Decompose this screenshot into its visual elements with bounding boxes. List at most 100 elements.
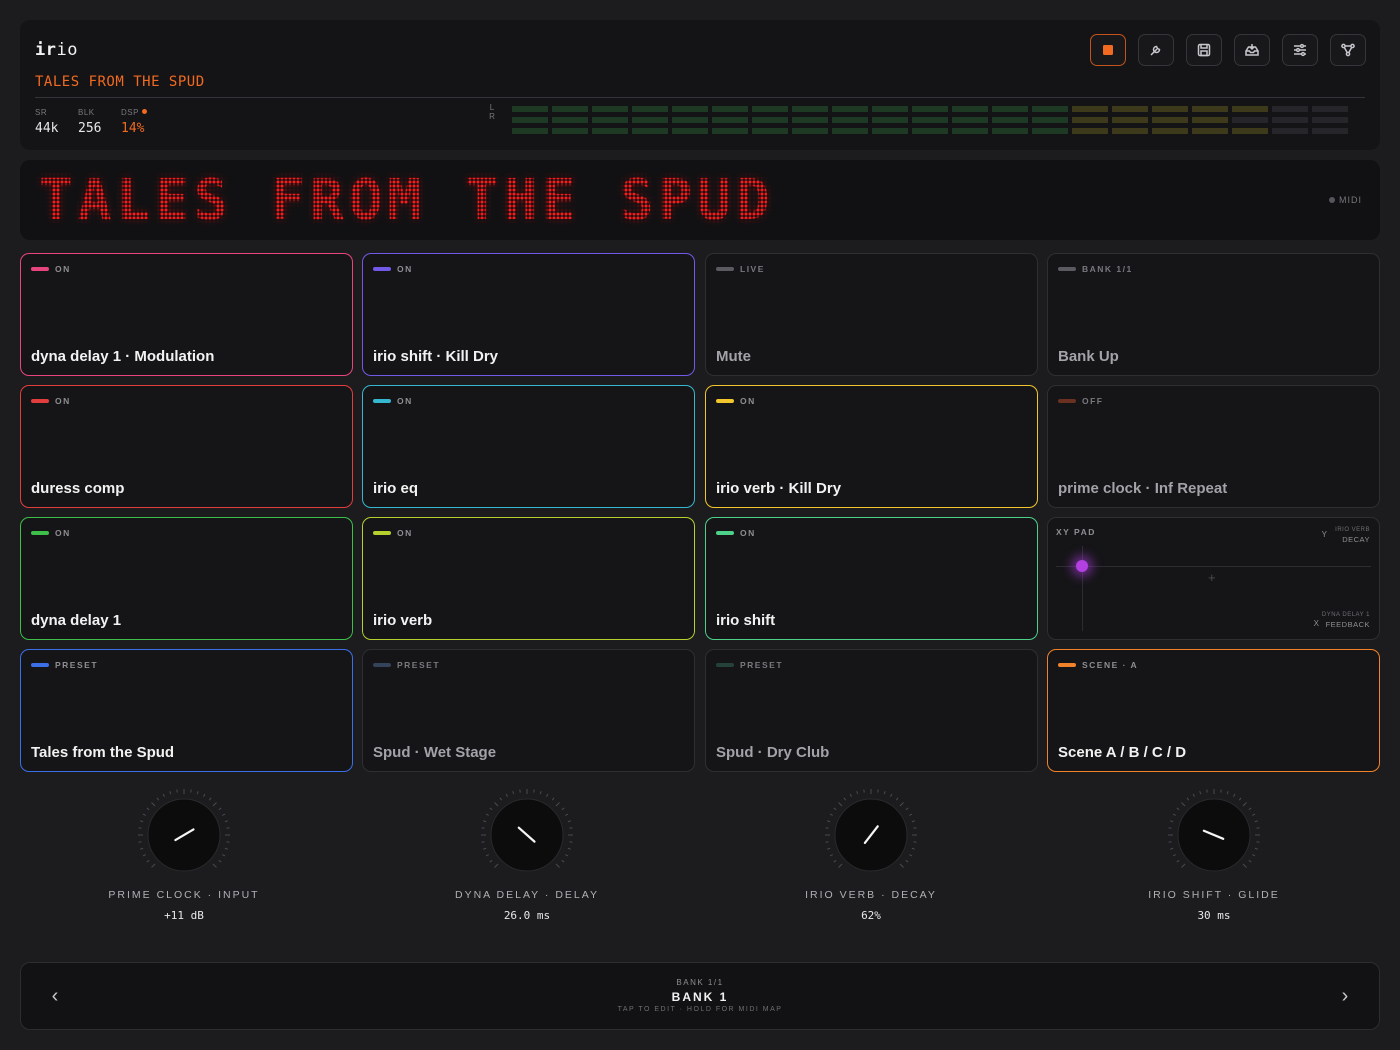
xy-pad[interactable]: XY PAD Y IRIO VERB DECAY + X DYNA DELAY … (1047, 517, 1380, 640)
pad-name: Tales from the Spud (31, 744, 175, 761)
xy-puck[interactable] (1076, 560, 1088, 572)
knob-tick (146, 807, 150, 811)
nodes-icon (1341, 43, 1355, 57)
pad[interactable]: SCENE · A Scene A / B / C / D (1047, 649, 1380, 772)
pad[interactable]: ON dyna delay 1 (20, 517, 353, 640)
pad-name: dyna delay 1 · Modulation (31, 348, 215, 365)
knob-label: DYNA DELAY · DELAY (455, 889, 599, 901)
xy-x-param-name: FEEDBACK (1325, 620, 1370, 629)
knob-prime-clock-input[interactable]: PRIME CLOCK · INPUT +11 dB (64, 785, 304, 935)
meter-channel-labels: L R (487, 103, 497, 121)
pad[interactable]: ON irio verb · Kill Dry (705, 385, 1038, 508)
meter-segment (1312, 106, 1348, 112)
pad[interactable]: ON dyna delay 1 · Modulation (20, 253, 353, 376)
meter-segment (1272, 106, 1308, 112)
pad[interactable]: PRESET Spud · Wet Stage (362, 649, 695, 772)
meter-segment (1072, 128, 1108, 134)
knob-irio-shift-glide[interactable]: IRIO SHIFT · GLIDE 30 ms (1094, 785, 1334, 935)
knob-tick (1172, 813, 1176, 816)
knob-tick (899, 802, 904, 807)
stat-value: 256 (78, 121, 102, 136)
pad-status: ON (55, 264, 71, 274)
meter-segment (1072, 117, 1108, 123)
bank-next-button[interactable]: › (1333, 985, 1357, 1008)
pad[interactable]: PRESET Tales from the Spud (20, 649, 353, 772)
knob-tick (909, 813, 913, 816)
save-button[interactable] (1186, 34, 1222, 66)
knob-tick (565, 813, 569, 816)
pad-name: Scene A / B / C / D (1058, 744, 1187, 761)
meter-segment (1312, 117, 1348, 123)
knob-value: 26.0 ms (503, 909, 551, 922)
pad[interactable]: ON irio shift · Kill Dry (362, 253, 695, 376)
meter-segment (632, 117, 668, 123)
knob-label: IRIO SHIFT · GLIDE (1148, 889, 1280, 901)
pad[interactable]: ON irio verb (362, 517, 695, 640)
knob-tick (222, 813, 226, 816)
knob-dyna-delay-delay[interactable]: DYNA DELAY · DELAY 26.0 ms (407, 785, 647, 935)
meter-segment (1152, 106, 1188, 112)
knob-tick (1181, 863, 1186, 868)
pad[interactable]: ON irio shift (705, 517, 1038, 640)
meter-segment (1032, 106, 1068, 112)
knob-dial[interactable] (821, 785, 921, 885)
inbox-icon (1245, 44, 1259, 56)
pad-status: ON (397, 264, 413, 274)
dsp-status-dot (141, 109, 147, 114)
knob-tick (1176, 807, 1180, 811)
knob-irio-verb-decay[interactable]: IRIO VERB · DECAY 62% (751, 785, 991, 935)
tune-button[interactable] (1138, 34, 1174, 66)
knob-tick (203, 793, 206, 797)
pad-indicator (716, 399, 734, 403)
meter-segment (1152, 128, 1188, 134)
knob-tick (140, 820, 144, 823)
knob-dial[interactable] (477, 785, 577, 885)
led-display-text: TALES FROM THE SPUD (39, 168, 775, 233)
stop-button[interactable] (1090, 34, 1126, 66)
pad[interactable]: BANK 1/1 Bank Up (1047, 253, 1380, 376)
pad[interactable]: ON irio eq (362, 385, 695, 508)
meter-segment (592, 128, 628, 134)
xy-y-axis-label: Y (1321, 530, 1327, 539)
knob-tick (142, 854, 146, 857)
pad[interactable]: OFF prime clock · Inf Repeat (1047, 385, 1380, 508)
routing-button[interactable] (1330, 34, 1366, 66)
knob-tick (1242, 802, 1247, 807)
knob-tick (546, 793, 549, 797)
knob-tick (1233, 793, 1236, 797)
meter-segment (1112, 106, 1148, 112)
bank-bar[interactable]: ‹ BANK 1/1 BANK 1 TAP TO EDIT · HOLD FOR… (20, 962, 1380, 1030)
meter-segment (912, 128, 948, 134)
settings-button[interactable] (1282, 34, 1318, 66)
chevron-right-icon: › (1341, 985, 1349, 1007)
meter-segment (592, 117, 628, 123)
save-icon (1197, 43, 1211, 57)
knob-tick (196, 791, 199, 795)
knob-dial[interactable] (134, 785, 234, 885)
meter-segment (952, 117, 988, 123)
knob-tick (883, 791, 886, 795)
knob-tick (911, 820, 915, 823)
pad[interactable]: PRESET Spud · Dry Club (705, 649, 1038, 772)
pad-indicator (373, 399, 391, 403)
knob-tick (212, 863, 217, 868)
meter-segment (912, 117, 948, 123)
knob-tick (905, 807, 909, 811)
pad-name: Spud · Dry Club (716, 744, 830, 761)
knob-dial[interactable] (1164, 785, 1264, 885)
led-display: TALES FROM THE SPUD MIDI (20, 160, 1380, 240)
xy-x-param: DYNA DELAY 1 FEEDBACK (1322, 611, 1370, 631)
xy-horizontal-guide (1056, 566, 1371, 567)
meter-segment (1152, 117, 1188, 123)
pad[interactable]: LIVE Mute (705, 253, 1038, 376)
inbox-button[interactable] (1234, 34, 1270, 66)
bank-title[interactable]: BANK 1 (21, 990, 1379, 1004)
knob-value: +11 dB (164, 909, 204, 922)
meter-segment (872, 106, 908, 112)
meter-segment (1072, 106, 1108, 112)
pad[interactable]: ON duress comp (20, 385, 353, 508)
knob-tick (151, 802, 156, 807)
meter-segment (592, 106, 628, 112)
pad-status: ON (55, 396, 71, 406)
preset-subtitle: TALES FROM THE SPUD (35, 74, 205, 90)
